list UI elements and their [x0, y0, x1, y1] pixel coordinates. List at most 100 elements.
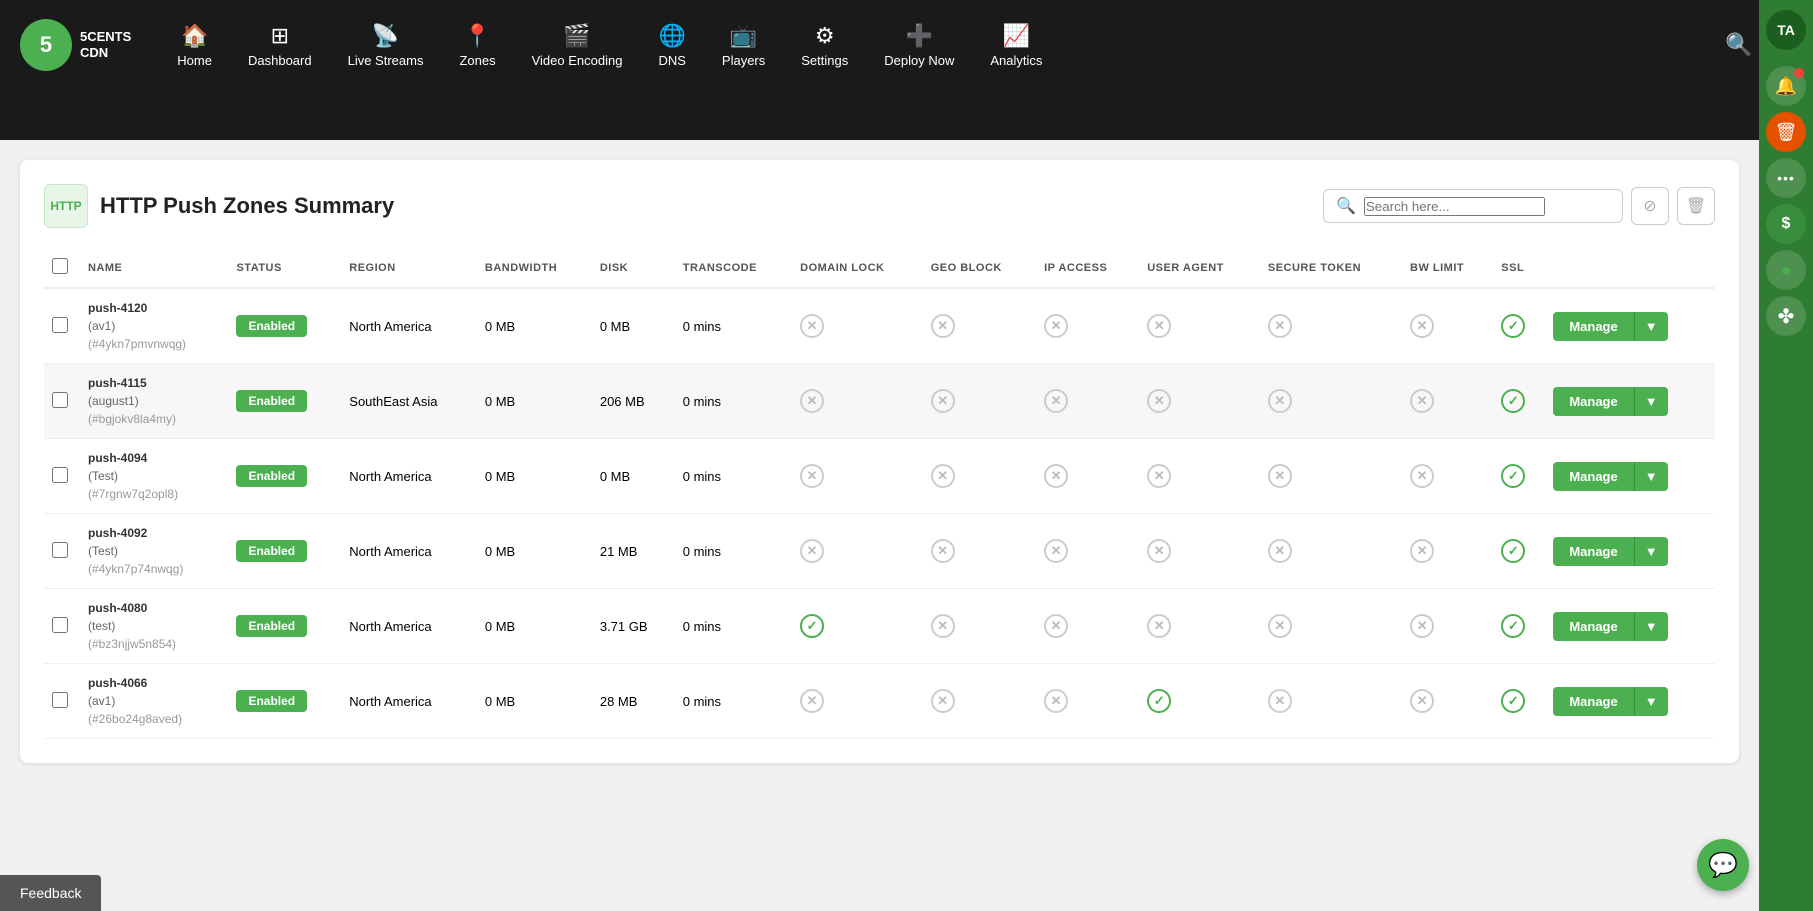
feedback-button[interactable]: Feedback [0, 875, 101, 911]
row-secure-token: ✕ [1260, 514, 1402, 589]
manage-dropdown[interactable]: ▼ [1634, 537, 1668, 566]
nav-item-zones[interactable]: 📍Zones [443, 15, 511, 76]
status-badge: Enabled [236, 540, 307, 562]
x-icon: ✕ [800, 539, 824, 563]
x-icon: ✕ [1044, 464, 1068, 488]
row-domain-lock: ✕ [792, 514, 923, 589]
notification-btn[interactable]: 🔔 [1766, 66, 1806, 106]
row-disk: 206 MB [592, 364, 675, 439]
manage-button[interactable]: Manage [1553, 612, 1633, 641]
row-checkbox[interactable] [52, 467, 68, 483]
nav-item-settings[interactable]: ⚙Settings [785, 15, 864, 76]
dollar-btn[interactable]: $ [1766, 204, 1806, 244]
table-row: push-4092 (Test) (#4ykn7p74nwqg) Enabled… [44, 514, 1715, 589]
trash-btn[interactable]: 🗑 [1766, 112, 1806, 152]
table-row: push-4066 (av1) (#26bo24g8aved) Enabled … [44, 664, 1715, 739]
nav-item-live-streams[interactable]: 📡Live Streams [332, 15, 440, 76]
row-region: North America [341, 589, 477, 664]
manage-dropdown[interactable]: ▼ [1634, 387, 1668, 416]
row-region: North America [341, 514, 477, 589]
grid-btn[interactable]: ✤ [1766, 296, 1806, 336]
hero-banner [0, 90, 1813, 140]
delete-btn[interactable]: 🗑 [1677, 187, 1715, 225]
row-checkbox[interactable] [52, 392, 68, 408]
row-disk: 21 MB [592, 514, 675, 589]
manage-button[interactable]: Manage [1553, 312, 1633, 341]
table-row: push-4094 (Test) (#7rgnw7q2opl8) Enabled… [44, 439, 1715, 514]
players-icon: 📺 [730, 23, 757, 49]
row-bandwidth: 0 MB [477, 664, 592, 739]
manage-button[interactable]: Manage [1553, 687, 1633, 716]
row-secure-token: ✕ [1260, 288, 1402, 364]
x-icon: ✕ [1147, 539, 1171, 563]
x-icon: ✕ [1147, 314, 1171, 338]
manage-button[interactable]: Manage [1553, 537, 1633, 566]
row-checkbox[interactable] [52, 542, 68, 558]
status-badge: Enabled [236, 615, 307, 637]
manage-dropdown[interactable]: ▼ [1634, 687, 1668, 716]
status-btn[interactable]: ● [1766, 250, 1806, 290]
row-geo-block: ✕ [923, 439, 1036, 514]
row-geo-block: ✕ [923, 514, 1036, 589]
row-ssl: ✓ [1493, 364, 1545, 439]
x-icon: ✕ [1410, 614, 1434, 638]
x-icon: ✕ [1410, 464, 1434, 488]
nav-item-dashboard[interactable]: ⊞Dashboard [232, 15, 328, 76]
nav-item-video-encoding[interactable]: 🎬Video Encoding [516, 15, 639, 76]
x-icon: ✕ [800, 689, 824, 713]
x-icon: ✕ [1410, 389, 1434, 413]
row-bw-limit: ✕ [1402, 364, 1493, 439]
right-sidebar: TA 🔔 🗑 ••• $ ● ✤ [1759, 0, 1813, 911]
row-domain-lock: ✓ [792, 589, 923, 664]
manage-btn-group: Manage ▼ [1553, 387, 1707, 416]
x-icon: ✕ [1410, 314, 1434, 338]
nav-item-players[interactable]: 📺Players [706, 15, 781, 76]
search-icon[interactable]: 🔍 [1725, 32, 1752, 58]
col-secure-token: SECURE TOKEN [1260, 248, 1402, 288]
logo-icon: 5 [20, 19, 72, 71]
nav-item-home[interactable]: 🏠Home [161, 15, 228, 76]
row-checkbox[interactable] [52, 617, 68, 633]
row-geo-block: ✕ [923, 589, 1036, 664]
page-title: HTTP Push Zones Summary [100, 193, 1311, 219]
x-icon: ✕ [1044, 689, 1068, 713]
row-bandwidth: 0 MB [477, 439, 592, 514]
table-body: push-4120 (av1) (#4ykn7pmvnwqg) Enabled … [44, 288, 1715, 739]
block-btn[interactable]: ⊘ [1631, 187, 1669, 225]
row-user-agent: ✕ [1139, 589, 1260, 664]
nav-item-deploy-now[interactable]: ➕Deploy Now [868, 15, 970, 76]
x-icon: ✕ [931, 614, 955, 638]
row-checkbox[interactable] [52, 692, 68, 708]
manage-dropdown[interactable]: ▼ [1634, 612, 1668, 641]
nav-item-dns[interactable]: 🌐DNS [642, 15, 701, 76]
select-all-checkbox[interactable] [52, 258, 68, 274]
x-icon: ✕ [1044, 539, 1068, 563]
manage-btn-group: Manage ▼ [1553, 462, 1707, 491]
x-icon: ✕ [1268, 539, 1292, 563]
row-transcode: 0 mins [675, 589, 792, 664]
panel: HTTP HTTP Push Zones Summary 🔍 ⊘ 🗑 NAME … [20, 160, 1739, 763]
search-input[interactable] [1364, 197, 1545, 216]
panel-actions: 🔍 ⊘ 🗑 [1323, 187, 1715, 225]
nav-item-analytics[interactable]: 📈Analytics [974, 15, 1058, 76]
chat-fab[interactable]: 💬 [1697, 839, 1749, 891]
row-checkbox[interactable] [52, 317, 68, 333]
col-bandwidth: BANDWIDTH [477, 248, 592, 288]
row-name: push-4115 (august1) (#bgjokv8la4my) [88, 374, 220, 428]
x-icon: ✕ [1044, 314, 1068, 338]
row-transcode: 0 mins [675, 439, 792, 514]
x-icon: ✕ [1268, 689, 1292, 713]
status-badge: Enabled [236, 690, 307, 712]
row-bw-limit: ✕ [1402, 439, 1493, 514]
manage-button[interactable]: Manage [1553, 387, 1633, 416]
manage-dropdown[interactable]: ▼ [1634, 462, 1668, 491]
row-transcode: 0 mins [675, 514, 792, 589]
row-transcode: 0 mins [675, 664, 792, 739]
manage-button[interactable]: Manage [1553, 462, 1633, 491]
navigation: 5 5CENTSCDN 🏠Home⊞Dashboard📡Live Streams… [0, 0, 1813, 90]
more-btn[interactable]: ••• [1766, 158, 1806, 198]
manage-dropdown[interactable]: ▼ [1634, 312, 1668, 341]
x-icon: ✕ [800, 389, 824, 413]
logo[interactable]: 5 5CENTSCDN [20, 19, 131, 71]
row-disk: 3.71 GB [592, 589, 675, 664]
